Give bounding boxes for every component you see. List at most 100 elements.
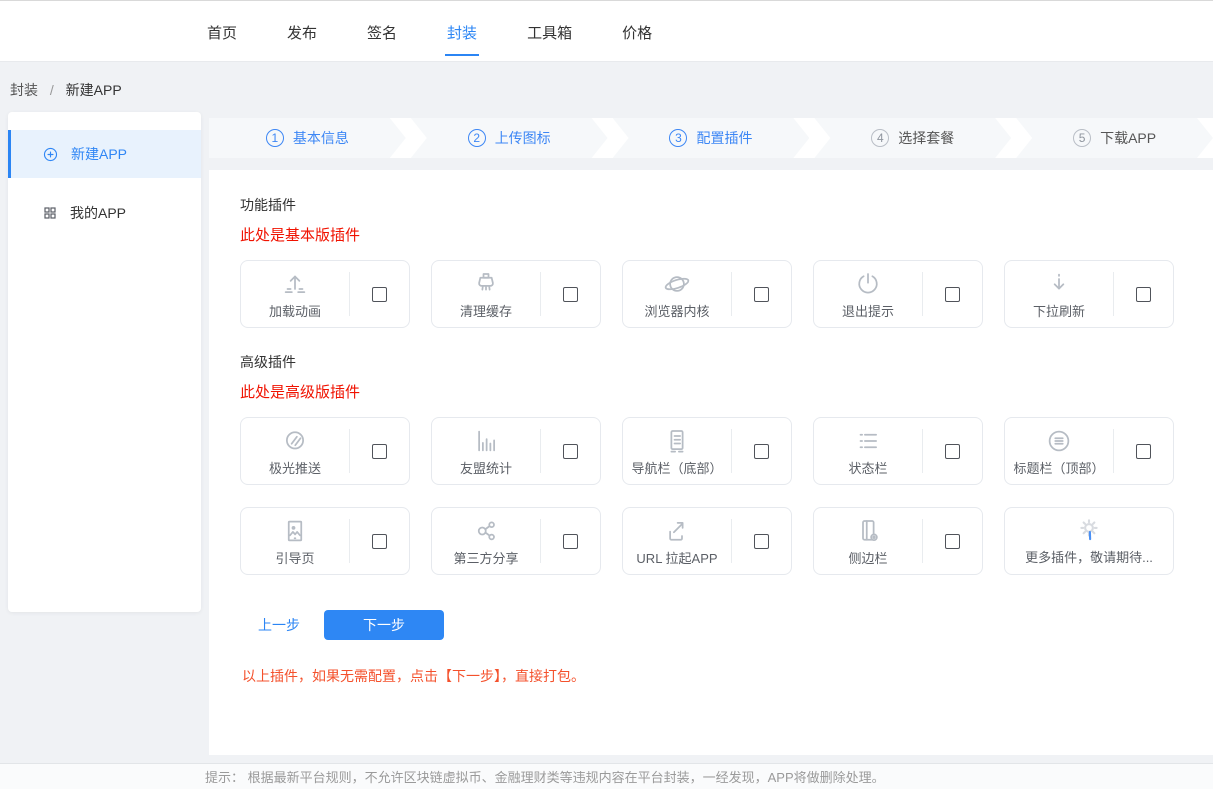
plugin-card-right <box>923 444 982 459</box>
plugin-card-right <box>732 444 791 459</box>
plugin-label: 更多插件，敬请期待... <box>1025 547 1153 566</box>
plus-circle-icon <box>42 146 59 163</box>
nav-item-2[interactable]: 发布 <box>285 18 319 56</box>
plugin-card[interactable]: 标题栏（顶部） <box>1004 417 1174 485</box>
plugin-card-left: 第三方分享 <box>432 516 540 567</box>
step-number: 2 <box>468 129 486 147</box>
plugin-card[interactable]: 浏览器内核 <box>622 260 792 328</box>
step-number: 5 <box>1073 129 1091 147</box>
plugin-card[interactable]: 第三方分享 <box>431 507 601 575</box>
bottom-note: 以上插件，如果无需配置，点击【下一步】，直接打包。 <box>240 666 1182 686</box>
top-nav-bar: 首页 发布 签名 封装 工具箱 价格 <box>0 0 1213 62</box>
step-label: 下载APP <box>1100 128 1156 148</box>
section-title: 高级插件 <box>240 352 1182 372</box>
step-number: 1 <box>266 129 284 147</box>
step-3[interactable]: 3配置插件 <box>613 118 810 158</box>
plugin-grid: 引导页 第三方分享 URL 拉起APP 侧边栏更多插件，敬请期待... <box>240 507 1182 575</box>
plugin-checkbox[interactable] <box>945 287 960 302</box>
nav-item-3[interactable]: 签名 <box>365 18 399 56</box>
plugin-label: 退出提示 <box>842 301 894 320</box>
plugin-card-right <box>923 534 982 549</box>
plugin-card-left: 浏览器内核 <box>623 269 731 320</box>
wizard-actions: 上一步 下一步 <box>240 610 1182 640</box>
plugin-card-left: 下拉刷新 <box>1005 269 1113 320</box>
plugin-checkbox[interactable] <box>372 534 387 549</box>
plugin-card-right <box>732 534 791 549</box>
plugin-section-2: 高级插件此处是高级版插件极光推送 友盟统计导航栏（底部） 状态栏 标题栏（顶部） 引导页… <box>240 352 1182 575</box>
plugin-card-left: 清理缓存 <box>432 269 540 320</box>
plugin-checkbox[interactable] <box>945 444 960 459</box>
plugin-checkbox[interactable] <box>372 287 387 302</box>
step-label: 上传图标 <box>495 128 551 148</box>
browser-globe-icon <box>662 269 692 299</box>
footer-tip-bar: 提示： 根据最新平台规则，不允许区块链虚拟币、金融理财类等违规内容在平台封装，一… <box>0 763 1213 789</box>
plugin-card[interactable]: URL 拉起APP <box>622 507 792 575</box>
plugin-card-right <box>350 287 409 302</box>
circle-menu-icon <box>1044 426 1074 456</box>
plugin-label: 清理缓存 <box>460 301 512 320</box>
arrow-down-icon <box>1044 269 1074 299</box>
plugin-card-right <box>541 444 600 459</box>
nav-item-5[interactable]: 工具箱 <box>525 18 574 56</box>
plugin-checkbox[interactable] <box>754 444 769 459</box>
plugin-checkbox[interactable] <box>754 534 769 549</box>
plugin-card-right <box>1114 287 1173 302</box>
step-number: 4 <box>871 129 889 147</box>
step-wizard: 1基本信息 2 上传图标 3配置插件4选择套餐 5 下载APP <box>209 118 1213 158</box>
plugin-checkbox[interactable] <box>754 287 769 302</box>
plugin-label: 导航栏（底部） <box>631 458 722 477</box>
plugin-card[interactable]: 退出提示 <box>813 260 983 328</box>
section-note: 此处是基本版插件 <box>240 224 1182 245</box>
plugin-card[interactable]: 状态栏 <box>813 417 983 485</box>
plugin-checkbox[interactable] <box>372 444 387 459</box>
app-packaging-page: { "nav": { "items": ["首页", "发布", "签名", "… <box>0 0 1213 789</box>
phone-sidebar-icon <box>853 516 883 546</box>
step-1[interactable]: 1基本信息 <box>209 118 406 158</box>
plugin-card-left: 加载动画 <box>241 269 349 320</box>
bar-chart-icon <box>471 426 501 456</box>
plugin-checkbox[interactable] <box>563 534 578 549</box>
plugin-card[interactable]: 引导页 <box>240 507 410 575</box>
share-icon <box>471 516 501 546</box>
plugin-label: 引导页 <box>275 548 314 567</box>
step-2[interactable]: 2 上传图标 <box>411 118 608 158</box>
plugin-checkbox[interactable] <box>945 534 960 549</box>
upload-arrow-icon <box>280 269 310 299</box>
plugin-card[interactable]: 下拉刷新 <box>1004 260 1174 328</box>
plugin-label: 浏览器内核 <box>644 301 709 320</box>
plugin-card[interactable]: 友盟统计 <box>431 417 601 485</box>
gear-icon <box>1074 516 1104 546</box>
plugin-checkbox[interactable] <box>563 287 578 302</box>
sidebar-item-1[interactable]: 新建APP <box>8 130 201 178</box>
plugin-checkbox[interactable] <box>563 444 578 459</box>
list-icon <box>853 426 883 456</box>
plugin-label: 极光推送 <box>269 458 321 477</box>
sidebar-item-label: 新建APP <box>71 144 127 164</box>
plugin-card[interactable]: 极光推送 <box>240 417 410 485</box>
plugin-card-left: 状态栏 <box>814 426 922 477</box>
plugin-card[interactable]: 导航栏（底部） <box>622 417 792 485</box>
nav-item-4[interactable]: 封装 <box>445 18 479 56</box>
plugin-card[interactable]: 加载动画 <box>240 260 410 328</box>
export-arrow-icon <box>662 516 692 546</box>
footer-tip: 提示： 根据最新平台规则，不允许区块链虚拟币、金融理财类等违规内容在平台封装，一… <box>205 767 885 786</box>
breadcrumb-current: 新建APP <box>66 82 122 98</box>
sidebar-item-2[interactable]: 我的APP <box>8 189 201 237</box>
nav-item-1[interactable]: 首页 <box>205 18 239 56</box>
breadcrumb-root[interactable]: 封装 <box>10 82 38 98</box>
step-4[interactable]: 4选择套餐 <box>814 118 1011 158</box>
section-note: 此处是高级版插件 <box>240 381 1182 402</box>
plugin-card[interactable]: 清理缓存 <box>431 260 601 328</box>
next-step-button[interactable]: 下一步 <box>324 610 444 640</box>
plugin-card[interactable]: 侧边栏 <box>813 507 983 575</box>
step-5[interactable]: 5 下载APP <box>1016 118 1213 158</box>
plugin-checkbox[interactable] <box>1136 444 1151 459</box>
plugin-card-left: 导航栏（底部） <box>623 426 731 477</box>
main-nav: 首页 发布 签名 封装 工具箱 价格 <box>0 1 1213 61</box>
plugin-sections: 功能插件此处是基本版插件加载动画清理缓存浏览器内核退出提示下拉刷新高级插件此处是… <box>240 195 1182 575</box>
prev-step-button[interactable]: 上一步 <box>258 615 300 635</box>
plugin-label: 第三方分享 <box>453 548 518 567</box>
plugin-checkbox[interactable] <box>1136 287 1151 302</box>
plugin-card-left: 极光推送 <box>241 426 349 477</box>
nav-item-6[interactable]: 价格 <box>620 18 654 56</box>
